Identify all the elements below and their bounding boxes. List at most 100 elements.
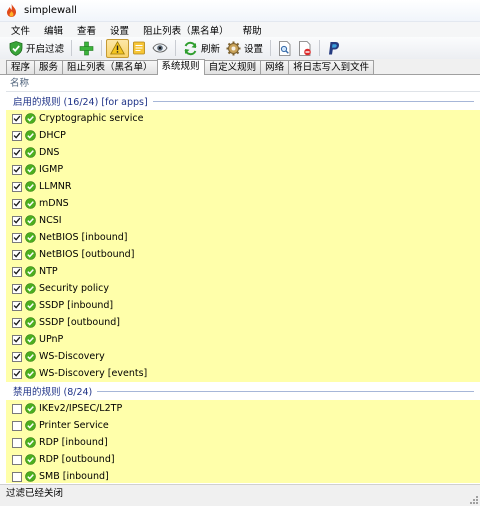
menu-edit[interactable]: 编辑 [37, 23, 70, 37]
toolbar-separator [175, 40, 177, 56]
tab-custom-rules[interactable]: 自定义规则 [203, 60, 262, 74]
allow-status-icon [25, 113, 36, 124]
log-icon [133, 41, 145, 55]
checkmark-icon [13, 268, 21, 275]
rule-checkbox[interactable] [12, 130, 22, 141]
allow-status-icon [25, 266, 36, 277]
rule-checkbox[interactable] [12, 334, 22, 345]
enable-filters-button[interactable]: 开启过滤 [6, 39, 67, 58]
log-button[interactable] [129, 39, 149, 58]
rule-checkbox[interactable] [12, 420, 22, 431]
tab-apps[interactable]: 程序 [6, 60, 36, 74]
rule-row-dns[interactable]: DNS [6, 144, 480, 161]
rule-checkbox[interactable] [12, 266, 22, 277]
rule-checkbox[interactable] [12, 198, 22, 209]
rule-checkbox[interactable] [12, 147, 22, 158]
allow-status-icon [25, 454, 36, 465]
checkmark-icon [13, 149, 21, 156]
tab-network[interactable]: 网络 [260, 60, 290, 74]
rule-checkbox[interactable] [12, 351, 22, 362]
rule-row-ncsi[interactable]: NCSI [6, 212, 480, 229]
menu-view[interactable]: 查看 [70, 23, 103, 37]
shield-check-icon [9, 40, 23, 56]
menu-help[interactable]: 帮助 [236, 23, 269, 37]
rule-row-netbios-inbound[interactable]: NetBIOS [inbound] [6, 229, 480, 246]
paypal-icon [329, 41, 340, 54]
document-search-icon [279, 40, 291, 56]
rule-checkbox[interactable] [12, 437, 22, 448]
rule-row-printer-service[interactable]: Printer Service [6, 417, 480, 434]
rule-row-dhcp[interactable]: DHCP [6, 127, 480, 144]
add-button[interactable] [76, 39, 97, 58]
rule-row-rdp-inbound[interactable]: RDP [inbound] [6, 434, 480, 451]
refresh-button[interactable]: 刷新 [180, 39, 223, 58]
tab-blocklist[interactable]: 阻止列表（黑名单） [62, 60, 158, 74]
rule-row-security-policy[interactable]: Security policy [6, 280, 480, 297]
rule-row-smb-inbound[interactable]: SMB [inbound] [6, 468, 480, 483]
rule-checkbox[interactable] [12, 300, 22, 311]
log-viewer-button[interactable] [149, 39, 171, 58]
rule-checkbox[interactable] [12, 454, 22, 465]
group-header-disabled[interactable]: 禁用的规则 (8/24) [6, 382, 480, 400]
resize-grip-icon[interactable] [469, 495, 479, 505]
rule-checkbox[interactable] [12, 164, 22, 175]
rule-checkbox[interactable] [12, 113, 22, 124]
rule-row-ntp[interactable]: NTP [6, 263, 480, 280]
rule-label: SSDP [outbound] [39, 317, 121, 328]
rule-row-llmnr[interactable]: LLMNR [6, 178, 480, 195]
allow-status-icon [25, 317, 36, 328]
rule-label: Cryptographic service [39, 113, 144, 124]
rule-row-ws-discovery[interactable]: WS-Discovery [6, 348, 480, 365]
rule-label: NetBIOS [outbound] [39, 249, 135, 260]
donate-button[interactable] [324, 39, 344, 58]
rule-label: DHCP [39, 130, 66, 141]
rule-checkbox[interactable] [12, 181, 22, 192]
column-header-name[interactable]: 名称 [6, 76, 480, 92]
status-text: 过滤已经关闭 [6, 488, 64, 499]
rule-checkbox[interactable] [12, 368, 22, 379]
rule-checkbox[interactable] [12, 283, 22, 294]
allow-status-icon [25, 249, 36, 260]
rule-checkbox[interactable] [12, 317, 22, 328]
clear-log-button[interactable] [295, 39, 315, 58]
checkmark-icon [13, 132, 21, 139]
toolbar-separator [270, 40, 272, 56]
rule-row-ssdp-inbound[interactable]: SSDP [inbound] [6, 297, 480, 314]
checkmark-icon [13, 353, 21, 360]
checkmark-icon [13, 336, 21, 343]
toolbar-separator [101, 40, 103, 56]
checkmark-icon [13, 115, 21, 122]
toolbar-separator [71, 40, 73, 56]
notifications-button[interactable] [106, 38, 130, 58]
settings-button[interactable]: 设置 [223, 39, 266, 58]
rule-row-ws-discovery-events[interactable]: WS-Discovery [events] [6, 365, 480, 382]
rule-row-igmp[interactable]: IGMP [6, 161, 480, 178]
tab-system-rules[interactable]: 系统规则 [156, 59, 205, 75]
search-button[interactable] [275, 39, 295, 58]
toolbar: 开启过滤 刷新 设置 [0, 37, 480, 59]
rule-row-ssdp-outbound[interactable]: SSDP [outbound] [6, 314, 480, 331]
menu-settings[interactable]: 设置 [103, 23, 136, 37]
group-header-enabled[interactable]: 启用的规则 (16/24) [for apps] [6, 92, 480, 110]
rule-label: LLMNR [39, 181, 72, 192]
rule-checkbox[interactable] [12, 249, 22, 260]
tab-log[interactable]: 将日志写入到文件 [288, 60, 375, 74]
checkmark-icon [13, 183, 21, 190]
rule-checkbox[interactable] [12, 471, 22, 482]
rule-checkbox[interactable] [12, 403, 22, 414]
checkmark-icon [13, 370, 21, 377]
rule-label: mDNS [39, 198, 69, 209]
rule-label: WS-Discovery [39, 351, 105, 362]
rule-checkbox[interactable] [12, 232, 22, 243]
allow-status-icon [25, 232, 36, 243]
rule-checkbox[interactable] [12, 215, 22, 226]
rule-row-ikev2-ipsec-l2tp[interactable]: IKEv2/IPSEC/L2TP [6, 400, 480, 417]
tab-services[interactable]: 服务 [34, 60, 64, 74]
rule-row-cryptographic-service[interactable]: Cryptographic service [6, 110, 480, 127]
rule-row-mdns[interactable]: mDNS [6, 195, 480, 212]
menu-file[interactable]: 文件 [4, 23, 37, 37]
rule-row-upnp[interactable]: UPnP [6, 331, 480, 348]
menu-blocklist[interactable]: 阻止列表（黑名单） [136, 23, 236, 37]
rule-row-rdp-outbound[interactable]: RDP [outbound] [6, 451, 480, 468]
rule-row-netbios-outbound[interactable]: NetBIOS [outbound] [6, 246, 480, 263]
